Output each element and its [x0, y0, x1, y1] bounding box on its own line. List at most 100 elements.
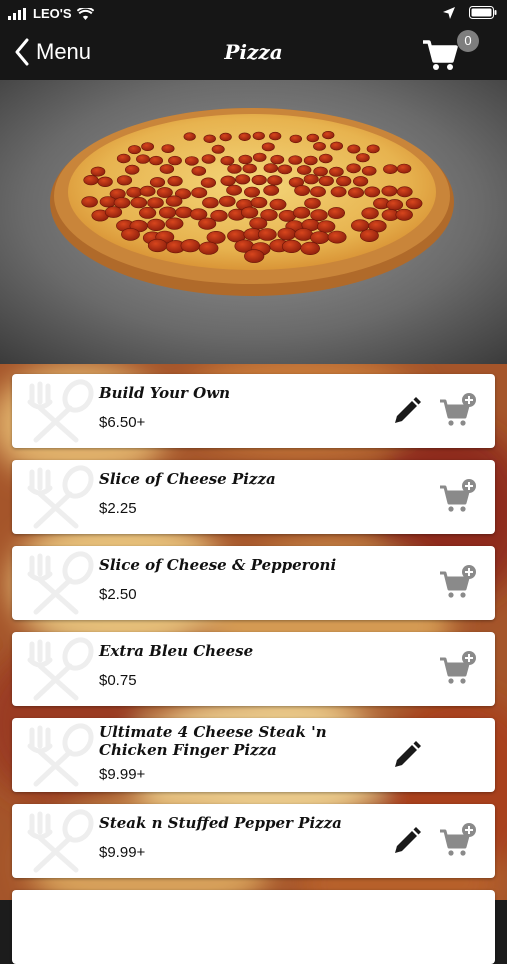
pepperoni-slice [147, 218, 166, 231]
pepperoni-slice [141, 142, 154, 151]
pepperoni-slice [116, 153, 131, 164]
pepperoni-slice [336, 175, 352, 187]
pepperoni-slice [381, 185, 398, 197]
pepperoni-slice [149, 155, 163, 166]
pepperoni-slice [113, 197, 131, 209]
item-price: $2.50 [99, 586, 137, 603]
pepperoni-slice [128, 145, 142, 155]
pepperoni-slice [317, 220, 336, 233]
pepperoni-slice [159, 206, 177, 219]
pepperoni-slice [361, 166, 377, 176]
pepperoni-slice [386, 199, 404, 211]
pepperoni-slice [347, 144, 361, 154]
pepperoni-slice [159, 164, 175, 174]
pepperoni-slice [184, 156, 199, 166]
pepperoni-slice [198, 241, 219, 255]
pepperoni-slice [257, 228, 277, 241]
pepperoni-slice [124, 164, 140, 175]
pepperoni-slice [167, 175, 183, 187]
menu-item-card[interactable]: Slice of Cheese & Pepperoni $2.50 [12, 546, 495, 620]
pepperoni-slice [322, 130, 335, 140]
pepperoni-slice [227, 164, 242, 174]
fork-spoon-icon [18, 550, 100, 616]
pepperoni-slice [330, 186, 347, 198]
add-to-cart-button[interactable] [438, 392, 478, 430]
pepperoni-slice [180, 239, 201, 253]
pepperoni-slice [252, 131, 265, 141]
customize-button[interactable] [390, 394, 424, 428]
pepperoni-slice [261, 142, 275, 152]
item-name: Build Your Own [99, 384, 231, 402]
customize-button[interactable] [390, 738, 424, 772]
pepperoni-slice [139, 185, 156, 197]
pepperoni-slice [263, 163, 278, 173]
pizza-photo [0, 80, 507, 364]
carrier-name: LEO'S [33, 6, 72, 21]
pepperoni-slice [235, 174, 251, 185]
pepperoni-slice [136, 154, 150, 164]
pepperoni-slice [165, 217, 184, 230]
menu-item-card[interactable]: Build Your Own $6.50+ [12, 374, 495, 448]
cart-button[interactable]: 0 [421, 30, 483, 76]
pepperoni-slice [203, 134, 216, 143]
pepperoni-slice [395, 208, 413, 221]
menu-item-card[interactable] [12, 890, 495, 964]
pepperoni-slice [90, 166, 106, 177]
pepperoni-slice [347, 187, 364, 199]
pepperoni-slice [249, 217, 268, 230]
pepperoni-slice [219, 132, 232, 142]
pepperoni-slice [313, 142, 326, 151]
pepperoni-slice [294, 228, 314, 241]
menu-item-card[interactable]: Steak n Stuffed Pepper Pizza $9.99+ [12, 804, 495, 878]
pepperoni-slice [329, 166, 344, 177]
cart-plus-icon [438, 651, 478, 692]
cart-plus-icon [438, 565, 478, 606]
pepperoni-slice [300, 241, 321, 255]
pepperoni-slice [346, 163, 361, 174]
add-to-cart-button[interactable] [438, 564, 478, 602]
pepperoni-slice [104, 206, 123, 218]
add-to-cart-button[interactable] [438, 822, 478, 860]
pepperoni-slice [219, 195, 236, 207]
pepperoni-slice [97, 176, 113, 188]
cart-plus-icon [438, 479, 478, 520]
pepperoni-slice [183, 132, 196, 141]
pepperoni-slice [281, 239, 302, 253]
pepperoni-slice [383, 164, 398, 174]
item-name: Extra Bleu Cheese [99, 642, 254, 660]
signal-icon [8, 7, 26, 20]
pepperoni-slice [165, 195, 183, 207]
menu-item-card[interactable]: Ultimate 4 Cheese Steak 'n Chicken Finge… [12, 718, 495, 792]
pepperoni-slice [238, 132, 251, 141]
pepperoni-slice [99, 196, 117, 208]
pepperoni-slice [198, 217, 217, 230]
back-button[interactable]: Menu [14, 38, 91, 66]
add-to-cart-button[interactable] [438, 478, 478, 516]
add-to-cart-button[interactable] [438, 650, 478, 688]
shopping-cart-icon [423, 40, 458, 70]
fork-spoon-icon [18, 464, 100, 530]
item-name: Slice of Cheese & Pepperoni [99, 556, 337, 574]
pepperoni-slice [252, 152, 267, 162]
pepperoni-slice [200, 177, 216, 188]
pepperoni-slice [270, 154, 285, 165]
pepperoni-slice [310, 209, 328, 222]
menu-item-card[interactable]: Extra Bleu Cheese $0.75 [12, 632, 495, 706]
item-name: Ultimate 4 Cheese Steak 'n Chicken Finge… [99, 723, 327, 759]
status-bar: LEO'S [0, 0, 507, 28]
menu-item-card[interactable]: Slice of Cheese Pizza $2.25 [12, 460, 495, 534]
pepperoni-slice [359, 229, 379, 242]
status-left: LEO'S [8, 6, 94, 21]
pepperoni-slice [191, 187, 208, 199]
pepperoni-slice [318, 175, 334, 187]
customize-button[interactable] [390, 824, 424, 858]
pepperoni-slice [356, 153, 370, 163]
pepperoni-slice [396, 163, 412, 174]
pepperoni-slice [242, 163, 257, 174]
pepperoni-slice [81, 196, 98, 208]
pepperoni-slice [318, 153, 333, 164]
battery-icon [469, 6, 497, 19]
cart-plus-icon [438, 393, 478, 434]
pepperoni-slice [303, 174, 319, 185]
menu-item-list: Build Your Own $6.50+ Slice of Cheese Pizz… [0, 364, 507, 964]
